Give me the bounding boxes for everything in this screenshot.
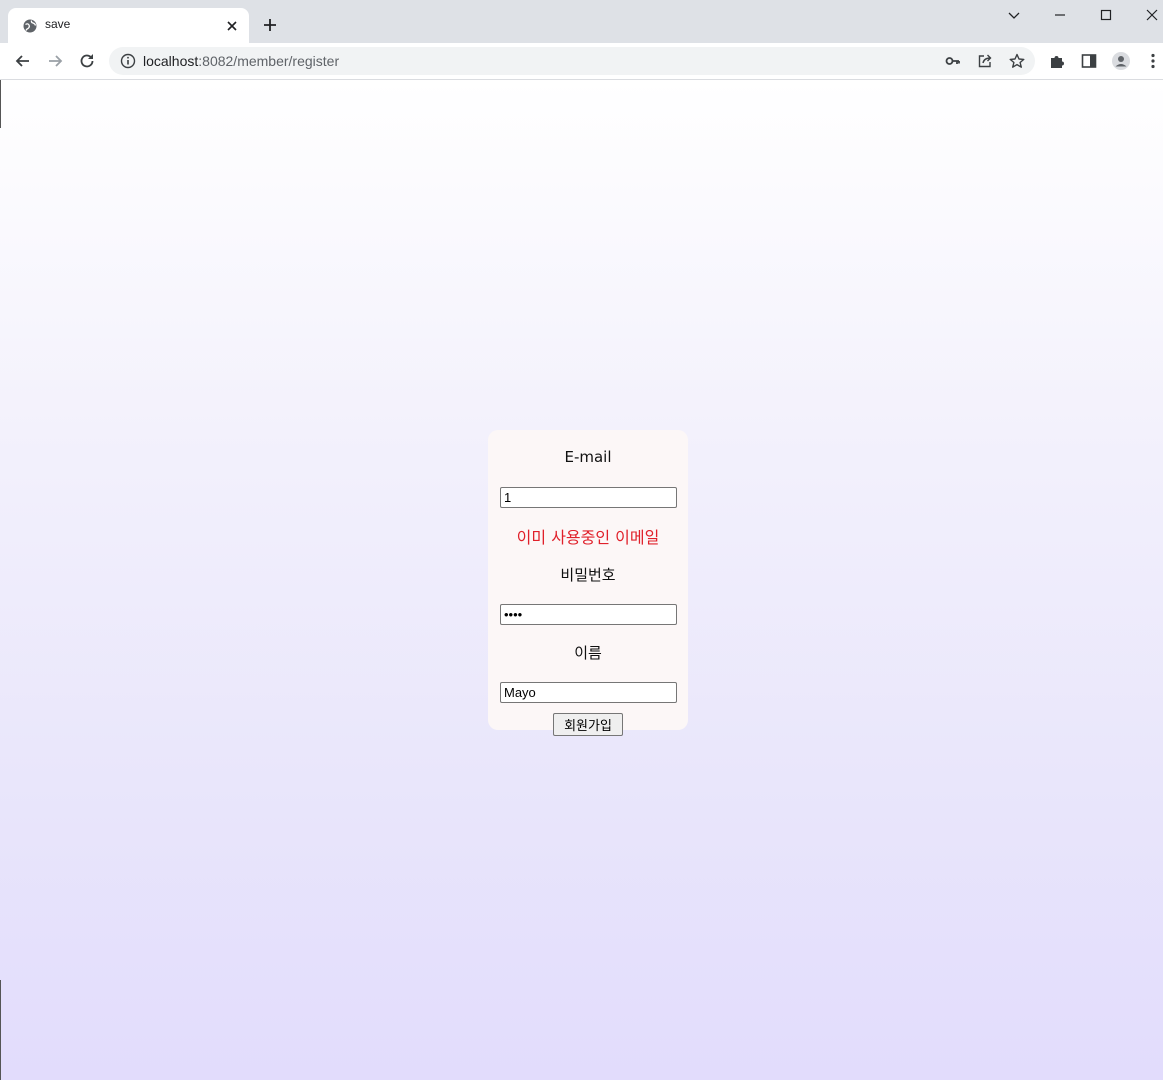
password-label: 비밀번호 — [560, 566, 616, 584]
plus-icon[interactable] — [261, 16, 279, 34]
email-error-message: 이미 사용중인 이메일 — [516, 528, 660, 547]
name-field[interactable] — [500, 682, 677, 703]
key-icon[interactable] — [943, 51, 963, 71]
star-icon[interactable] — [1007, 51, 1027, 71]
reload-icon[interactable] — [77, 51, 97, 71]
profile-icon[interactable] — [1111, 51, 1131, 71]
page-viewport: E-mail 이미 사용중인 이메일 비밀번호 이름 회원가입 — [0, 80, 1163, 1080]
tab-strip: save — [0, 0, 1163, 43]
url-host: localhost — [143, 53, 199, 69]
tab-save[interactable]: save — [8, 8, 249, 43]
side-panel-icon[interactable] — [1079, 51, 1099, 71]
share-icon[interactable] — [975, 51, 995, 71]
chevron-down-icon[interactable] — [1005, 6, 1023, 24]
puzzle-icon[interactable] — [1047, 51, 1067, 71]
email-label: E-mail — [564, 448, 612, 466]
maximize-icon[interactable] — [1097, 6, 1115, 24]
browser-window: save localhost:8082/member/register E-ma… — [0, 0, 1163, 1080]
globe-icon — [23, 19, 37, 33]
register-button[interactable]: 회원가입 — [553, 713, 623, 736]
close-icon[interactable] — [224, 18, 240, 34]
address-bar[interactable]: localhost:8082/member/register — [109, 47, 1035, 75]
tab-title: save — [45, 17, 71, 31]
window-edge — [0, 980, 1, 1080]
window-edge — [0, 80, 1, 128]
info-icon[interactable] — [118, 51, 138, 71]
email-field[interactable] — [500, 487, 677, 508]
forward-arrow-icon[interactable] — [45, 51, 65, 71]
password-field[interactable] — [500, 604, 677, 625]
register-form: E-mail 이미 사용중인 이메일 비밀번호 이름 회원가입 — [488, 430, 688, 736]
browser-toolbar: localhost:8082/member/register — [0, 43, 1163, 80]
close-window-icon[interactable] — [1143, 6, 1161, 24]
kebab-menu-icon[interactable] — [1143, 51, 1163, 71]
minimize-icon[interactable] — [1051, 6, 1069, 24]
back-arrow-icon[interactable] — [13, 51, 33, 71]
name-label: 이름 — [574, 644, 602, 662]
url-text: localhost:8082/member/register — [143, 53, 339, 69]
url-path: :8082/member/register — [198, 53, 340, 69]
